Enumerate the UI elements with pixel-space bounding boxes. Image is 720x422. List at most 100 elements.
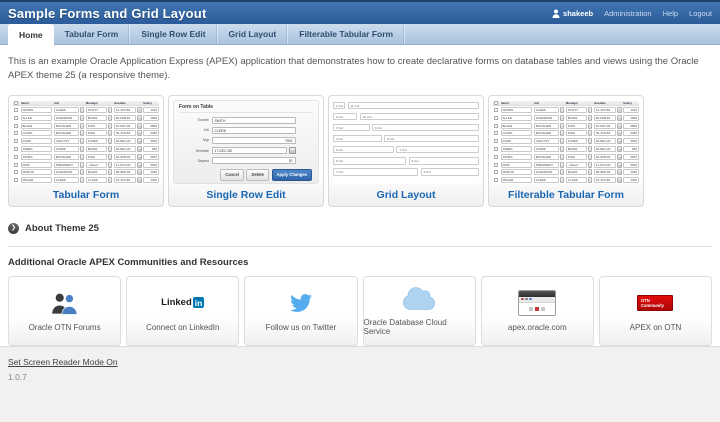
select-arrow-icon (108, 177, 113, 183)
calendar-icon (617, 130, 622, 136)
select-arrow-icon (80, 130, 85, 136)
otn-community-badge-icon: OTN Community (637, 290, 673, 316)
select-arrow-icon (80, 146, 85, 152)
tab-filterable-tabular-form[interactable]: Filterable Tabular Form (288, 24, 405, 44)
resource-card-twitter[interactable]: Follow us on Twitter (244, 276, 357, 346)
filterable-tabular-form-thumbnail: Name*JobManagerHiredateSalaryADAMSCLERKS… (493, 100, 639, 184)
resource-label[interactable]: Oracle Database Cloud Service (364, 318, 475, 336)
expand-toggle-icon[interactable]: ❯ (8, 223, 19, 234)
job-field: CLERK (212, 127, 296, 134)
grid-row: 5 Col7 Col (333, 146, 479, 154)
about-theme-region: ❯ About Theme 25 (8, 223, 712, 234)
twitter-bird-icon (290, 290, 312, 316)
select-arrow-icon (588, 130, 593, 136)
emp-row: MILLERCLERKCLARK23-JAN-821300 (493, 177, 639, 183)
demo-card-single-row-edit[interactable]: Form on Table Ename SMITH Job CLERK Mgr … (168, 95, 324, 207)
calendar-icon (137, 115, 142, 121)
form-field: Ename SMITH (179, 117, 313, 124)
resource-label[interactable]: APEX on OTN (630, 323, 682, 332)
form-on-table: Form on Table Ename SMITH Job CLERK Mgr … (173, 100, 319, 184)
resource-label[interactable]: Follow us on Twitter (266, 323, 337, 332)
tab-tabular-form[interactable]: Tabular Form (54, 24, 131, 44)
nav-help[interactable]: Help (663, 9, 678, 18)
select-arrow-icon (560, 130, 565, 136)
select-arrow-icon (80, 169, 85, 175)
calendar-icon (617, 169, 622, 175)
resource-label[interactable]: Connect on LinkedIn (146, 323, 219, 332)
cloud-icon (403, 285, 435, 311)
demo-card-title[interactable]: Filterable Tabular Form (493, 184, 639, 204)
user-icon (552, 9, 560, 18)
delete-button: Delete (246, 169, 269, 180)
grid-layout-thumbnail: 1 Col11 Col 2 Col10 Col 3 Col9 Col 4 Col8 C… (333, 100, 479, 184)
tab-single-row-edit[interactable]: Single Row Edit (130, 24, 217, 44)
calendar-icon (617, 138, 622, 144)
resource-card-linkedin[interactable]: Linkedin Connect on LinkedIn (126, 276, 239, 346)
linkedin-logo-icon: Linkedin (161, 290, 204, 316)
row-checkbox (14, 147, 18, 151)
select-arrow-icon (108, 154, 113, 160)
select-arrow-icon (588, 162, 593, 168)
linkedin-logo-text: Linked (161, 297, 192, 308)
user-menu[interactable]: shakeeb (552, 9, 593, 18)
select-arrow-icon (588, 115, 593, 121)
resource-card-apex-on-otn[interactable]: OTN Community APEX on OTN (599, 276, 712, 346)
select-arrow-icon (560, 154, 565, 160)
grid-row: 1 Col11 Col (333, 102, 479, 110)
demo-card-title[interactable]: Single Row Edit (173, 184, 319, 204)
row-checkbox (14, 116, 18, 120)
demo-card-title[interactable]: Tabular Form (13, 184, 159, 204)
resource-card-cloud-service[interactable]: Oracle Database Cloud Service (363, 276, 476, 346)
select-arrow-icon (560, 138, 565, 144)
grid-row: 4 Col8 Col (333, 135, 479, 143)
forums-people-icon (50, 290, 80, 316)
demo-card-filterable-tabular-form[interactable]: Name*JobManagerHiredateSalaryADAMSCLERKS… (488, 95, 644, 207)
select-arrow-icon (560, 146, 565, 152)
resource-label[interactable]: Oracle OTN Forums (29, 323, 101, 332)
select-arrow-icon (80, 107, 85, 113)
resource-card-apex-oracle-com[interactable]: apex.oracle.com (481, 276, 594, 346)
emp-row: ADAMSCLERKSCOTT12-JAN-831100 (13, 107, 159, 113)
screen-reader-mode-link[interactable]: Set Screen Reader Mode On (8, 357, 118, 367)
select-arrow-icon (108, 162, 113, 168)
nav-administration[interactable]: Administration (604, 9, 652, 18)
row-checkbox (494, 155, 498, 159)
field-label: Job (179, 128, 209, 132)
calendar-icon (617, 162, 622, 168)
nav-logout[interactable]: Logout (689, 9, 712, 18)
demo-card-grid-layout[interactable]: 1 Col11 Col 2 Col10 Col 3 Col9 Col 4 Col8 C… (328, 95, 484, 207)
resource-card-otn-forums[interactable]: Oracle OTN Forums (8, 276, 121, 346)
grid-row: 6 Col6 Col (333, 157, 479, 165)
tab-home[interactable]: Home (8, 24, 54, 45)
select-arrow-icon (560, 169, 565, 175)
grid-row: 3 Col9 Col (333, 124, 479, 132)
linkedin-logo-badge: in (193, 297, 205, 308)
about-theme-label[interactable]: About Theme 25 (25, 223, 99, 234)
app-title: Sample Forms and Grid Layout (8, 6, 206, 21)
calendar-icon (137, 138, 142, 144)
emp-row: MILLERCLERKCLARK23-JAN-821300 (13, 177, 159, 183)
calendar-icon (137, 130, 142, 136)
resources-heading: Additional Oracle APEX Communities and R… (8, 257, 712, 268)
select-arrow-icon (108, 123, 113, 129)
mgr-field: 7902 (212, 137, 296, 144)
demo-card-tabular-form[interactable]: Name*JobManagerHiredateSalaryADAMSCLERKS… (8, 95, 164, 207)
select-arrow-icon (588, 169, 593, 175)
emp-row: CLARKMANAGERKING09-JUN-812450 (493, 130, 639, 136)
demo-cards-row: Name*JobManagerHiredateSalaryADAMSCLERKS… (8, 95, 712, 207)
form-field: Mgr 7902 (179, 137, 313, 144)
emp-row: JAMESCLERKBLAKE03-DEC-81950 (493, 146, 639, 152)
app-header: Sample Forms and Grid Layout shakeeb Adm… (0, 0, 720, 24)
select-arrow-icon (80, 123, 85, 129)
emp-row: ALLENSALESMANBLAKE20-FEB-811600 (493, 115, 639, 121)
select-arrow-icon (108, 107, 113, 113)
demo-card-title[interactable]: Grid Layout (333, 184, 479, 204)
resource-label[interactable]: apex.oracle.com (508, 323, 567, 332)
select-arrow-icon (588, 138, 593, 144)
hiredate-field: 17-DEC-80 (212, 147, 287, 154)
row-checkbox (14, 178, 18, 182)
grid-row: 2 Col10 Col (333, 113, 479, 121)
tab-grid-layout[interactable]: Grid Layout (218, 24, 289, 44)
page-footer: Set Screen Reader Mode On 1.0.7 (0, 346, 720, 422)
tabular-form-thumbnail: Name*JobManagerHiredateSalaryADAMSCLERKS… (13, 100, 159, 184)
